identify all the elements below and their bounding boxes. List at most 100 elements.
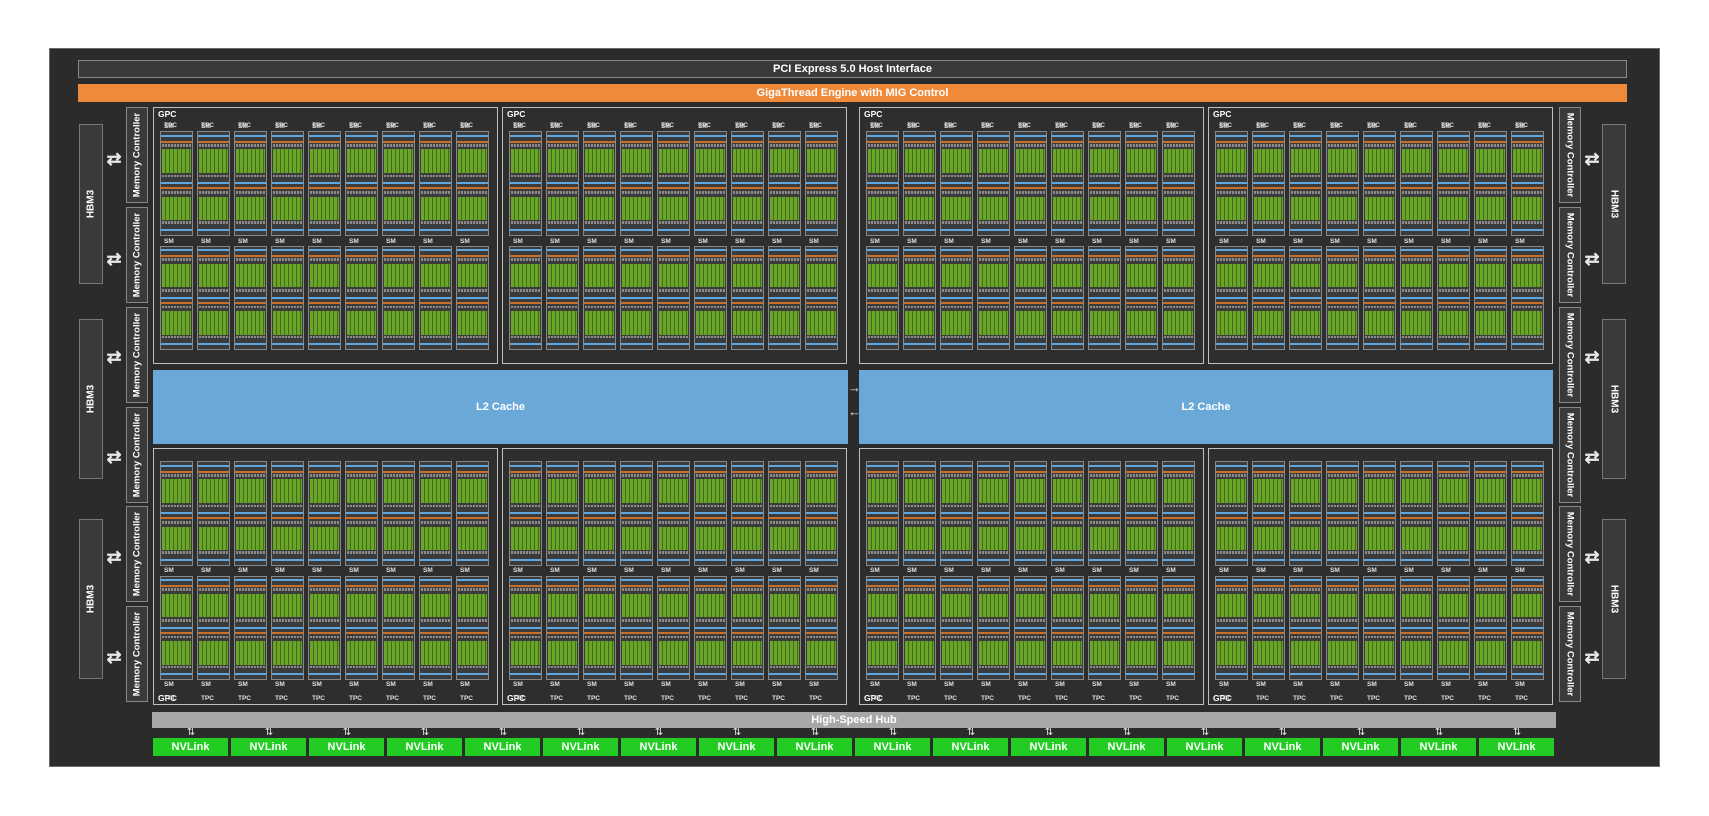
sm-core-band — [807, 174, 836, 178]
sm-core-band — [979, 191, 1008, 194]
tpc-label: TPC — [1404, 695, 1417, 702]
sm-core-band — [1254, 635, 1283, 639]
sm-orange-band — [383, 517, 414, 520]
sm-label: SM — [312, 566, 322, 574]
sm-blue-band — [547, 249, 578, 252]
sm — [657, 131, 690, 236]
hbm-stack-left-label: HBM3 — [85, 584, 97, 614]
sm-blue-band — [1253, 182, 1284, 185]
sm — [768, 575, 801, 680]
sm-core-band — [622, 335, 651, 339]
sm-green-band — [273, 641, 302, 665]
memory-controller-left: Memory Controller — [126, 506, 148, 602]
sm-core-band — [696, 504, 725, 508]
sm-blue-band — [769, 626, 800, 629]
sm-core-band — [511, 289, 540, 292]
sm — [1511, 131, 1544, 236]
sm-label: SM — [870, 566, 880, 574]
sm-orange-band — [1089, 631, 1120, 634]
sm-orange-band — [1216, 255, 1247, 258]
sm-label: SM — [1055, 681, 1065, 688]
tpc-label: TPC — [1515, 695, 1528, 702]
sm-blue-band — [806, 626, 837, 629]
sm-blue-band — [904, 512, 935, 515]
hbm-stack-left-label: HBM3 — [85, 189, 97, 219]
sm-green-band — [659, 149, 688, 173]
sm-blue-band — [621, 343, 652, 346]
sm-core-band — [1513, 551, 1542, 554]
sm-core-band — [1254, 335, 1283, 339]
sm-core-band — [585, 221, 614, 224]
sm-core-band — [162, 191, 191, 194]
sm-core-band — [347, 174, 376, 178]
sm-core-band — [1476, 221, 1505, 224]
sm-label: SM — [661, 681, 671, 688]
sm-core-band — [511, 143, 540, 147]
sm-orange-band — [235, 517, 266, 520]
sm-orange-band — [621, 470, 652, 473]
sm-orange-band — [584, 140, 615, 143]
sm-blue-band — [1253, 134, 1284, 137]
sm-orange-band — [272, 301, 303, 304]
sm-label: SM — [1092, 123, 1102, 130]
sm-core-band — [733, 521, 762, 524]
sm-green-band — [548, 149, 577, 173]
tpc: TPC SM SM — [865, 461, 900, 702]
sm-green-band — [807, 149, 836, 173]
sm-orange-band — [695, 140, 726, 143]
sm — [1400, 131, 1433, 236]
sm-blue-band — [1253, 296, 1284, 299]
sm-core-band — [1291, 305, 1320, 309]
sm-blue-band — [1126, 579, 1157, 582]
sm-label: SM — [386, 123, 396, 130]
sm-green-band — [696, 149, 725, 173]
sm-core-band — [770, 521, 799, 524]
sm-green-band — [384, 311, 413, 335]
sm-core-band — [1164, 504, 1193, 508]
sm — [234, 575, 267, 680]
sm-core-band — [384, 635, 413, 639]
sm-green-band — [548, 263, 577, 288]
sm-label: SM — [423, 123, 433, 130]
sm-orange-band — [272, 140, 303, 143]
sm-green-band — [942, 641, 971, 665]
sm-blue-band — [272, 512, 303, 515]
sm-green-band — [1365, 311, 1394, 335]
sm-core-band — [585, 289, 614, 292]
sm-blue-band — [1126, 134, 1157, 137]
sm-orange-band — [1438, 255, 1469, 258]
sm-core-band — [273, 521, 302, 524]
sm-blue-band — [235, 626, 266, 629]
sm-core-band — [1291, 665, 1320, 669]
sm-green-band — [1053, 593, 1082, 618]
sm-green-band — [511, 149, 540, 173]
sm — [866, 245, 899, 350]
sm-core-band — [1476, 635, 1505, 639]
sm-orange-band — [161, 301, 192, 304]
sm-core-band — [1254, 289, 1283, 292]
sm-orange-band — [1089, 517, 1120, 520]
sm-orange-band — [457, 301, 488, 304]
sm-label: SM — [1055, 237, 1065, 245]
sm-green-band — [421, 593, 450, 618]
sm-orange-band — [1475, 187, 1506, 190]
nvlink-arrow-icon: ⇅ — [186, 727, 196, 738]
sm-orange-band — [547, 517, 578, 520]
sm-core-band — [1328, 551, 1357, 554]
sm-label: SM — [275, 123, 285, 130]
sm-green-band — [1127, 311, 1156, 335]
sm-blue-band — [420, 343, 451, 346]
sm — [1125, 461, 1158, 566]
sm-green-band — [1328, 149, 1357, 173]
sm-label: SM — [550, 566, 560, 574]
sm-green-band — [1402, 311, 1431, 335]
sm — [731, 245, 764, 350]
sm-core-band — [1513, 143, 1542, 147]
sm-orange-band — [272, 470, 303, 473]
sm-blue-band — [1475, 134, 1506, 137]
sm-orange-band — [383, 255, 414, 258]
nvlink-port: NVLink — [855, 738, 930, 756]
sm-core-band — [458, 191, 487, 194]
sm-blue-band — [420, 558, 451, 561]
sm-core-band — [659, 504, 688, 508]
